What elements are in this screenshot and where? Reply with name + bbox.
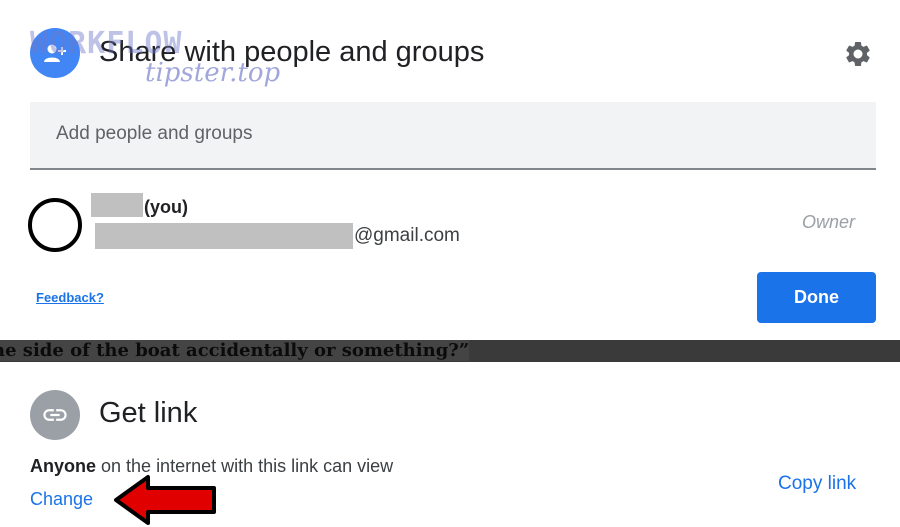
add-people-field[interactable]: [30, 102, 876, 170]
person-add-icon: [30, 28, 80, 78]
get-link-title: Get link: [99, 397, 198, 429]
access-detail: on the internet with this link can view: [96, 456, 394, 476]
user-you-label: (you): [144, 197, 188, 217]
link-icon: [30, 390, 80, 440]
copy-link-button[interactable]: Copy link: [778, 473, 856, 495]
dialog-title: Share with people and groups: [99, 36, 485, 68]
redacted-name: [91, 193, 143, 217]
access-scope: Anyone: [30, 456, 97, 476]
change-access-link[interactable]: Change: [30, 489, 93, 510]
redacted-email: [95, 223, 353, 249]
add-people-input[interactable]: [54, 122, 838, 146]
done-button[interactable]: Done: [757, 272, 876, 323]
share-dialog: Share with people and groups WORKFLOW ti…: [0, 0, 900, 340]
gear-icon[interactable]: [841, 37, 875, 71]
avatar: [28, 198, 82, 252]
user-email-suffix: @gmail.com: [354, 225, 460, 246]
feedback-link[interactable]: Feedback?: [36, 290, 104, 305]
background-document-text: ne side of the boat accidentally or some…: [0, 340, 900, 362]
red-arrow-annotation: [114, 475, 216, 525]
owner-role-label: Owner: [802, 212, 856, 232]
